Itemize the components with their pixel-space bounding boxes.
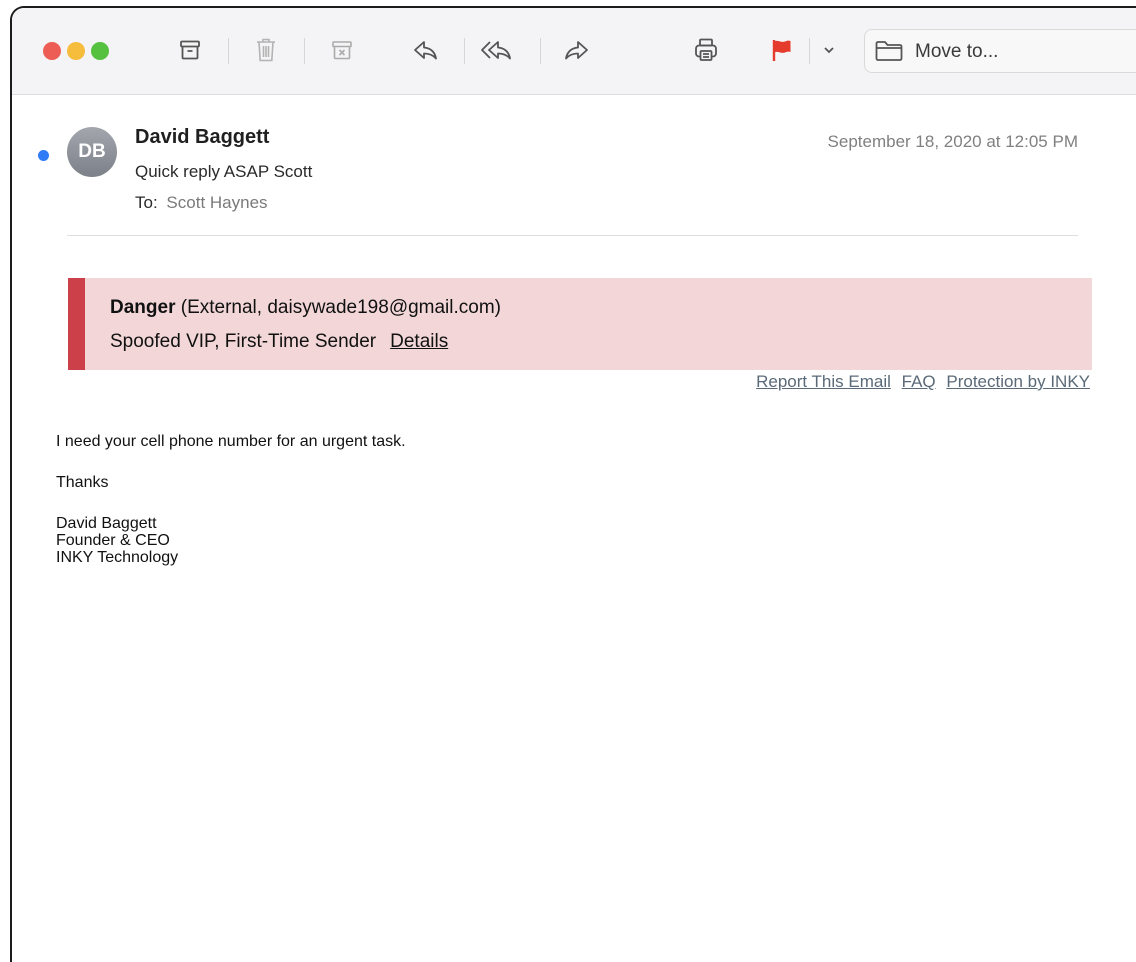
mail-window: Move to... DB David Baggett Quick reply … bbox=[10, 6, 1136, 962]
message-date: September 18, 2020 at 12:05 PM bbox=[827, 132, 1078, 151]
faq-link[interactable]: FAQ bbox=[902, 372, 936, 391]
chevron-down-icon bbox=[824, 47, 834, 54]
recipient-row: To: Scott Haynes bbox=[135, 193, 268, 213]
printer-icon bbox=[695, 38, 717, 61]
danger-level: Danger bbox=[110, 297, 176, 318]
protection-link[interactable]: Protection by INKY bbox=[946, 372, 1090, 391]
window-minimize-button[interactable] bbox=[67, 42, 85, 60]
signature-title: Founder & CEO bbox=[56, 532, 170, 549]
message-header: DB David Baggett Quick reply ASAP Scott … bbox=[12, 94, 1136, 244]
delete-button[interactable] bbox=[248, 32, 284, 68]
forward-button[interactable] bbox=[558, 32, 594, 68]
banner-source: (External, daisywade198@gmail.com) bbox=[180, 297, 502, 318]
archive-button[interactable] bbox=[172, 32, 208, 68]
signature-company: INKY Technology bbox=[56, 549, 179, 566]
junk-icon bbox=[332, 41, 352, 60]
flag-menu-button[interactable] bbox=[814, 32, 844, 68]
reply-icon bbox=[414, 41, 437, 60]
reply-all-button[interactable] bbox=[480, 32, 516, 68]
unread-indicator bbox=[38, 150, 49, 161]
toolbar: Move to... bbox=[12, 8, 1136, 95]
forward-icon bbox=[565, 41, 588, 60]
signature-name: David Baggett bbox=[56, 515, 157, 532]
danger-bar bbox=[68, 278, 85, 370]
reply-all-icon bbox=[481, 41, 511, 60]
flag-button[interactable] bbox=[764, 32, 800, 68]
banner-reasons: Spoofed VIP, First-Time Sender bbox=[110, 331, 377, 352]
print-button[interactable] bbox=[688, 32, 724, 68]
recipient-name[interactable]: Scott Haynes bbox=[166, 193, 267, 212]
flag-icon bbox=[772, 40, 791, 61]
move-to-label: Move to... bbox=[915, 41, 999, 62]
message-subject: Quick reply ASAP Scott bbox=[135, 162, 313, 181]
message-body: I need your cell phone number for an urg… bbox=[56, 433, 406, 566]
window-close-button[interactable] bbox=[43, 42, 61, 60]
sender-name[interactable]: David Baggett bbox=[135, 126, 269, 149]
move-to-button[interactable]: Move to... bbox=[864, 29, 1136, 73]
danger-banner: Danger (External, daisywade198@gmail.com… bbox=[68, 278, 1092, 370]
banner-reasons-row: Spoofed VIP, First-Time Sender Details bbox=[110, 331, 448, 353]
window-zoom-button[interactable] bbox=[91, 42, 109, 60]
body-line: I need your cell phone number for an urg… bbox=[56, 433, 406, 450]
junk-button[interactable] bbox=[324, 32, 360, 68]
to-label: To: bbox=[135, 193, 158, 212]
report-email-link[interactable]: Report This Email bbox=[756, 372, 891, 391]
archive-icon bbox=[180, 40, 200, 60]
banner-title: Danger (External, daisywade198@gmail.com… bbox=[110, 297, 501, 319]
body-line: Thanks bbox=[56, 474, 109, 491]
trash-icon bbox=[257, 38, 275, 62]
inky-links: Report This Email FAQ Protection by INKY bbox=[750, 372, 1090, 392]
reply-button[interactable] bbox=[408, 32, 444, 68]
details-link[interactable]: Details bbox=[390, 331, 448, 352]
header-divider bbox=[67, 235, 1078, 236]
folder-icon bbox=[875, 41, 903, 61]
avatar: DB bbox=[67, 127, 117, 177]
